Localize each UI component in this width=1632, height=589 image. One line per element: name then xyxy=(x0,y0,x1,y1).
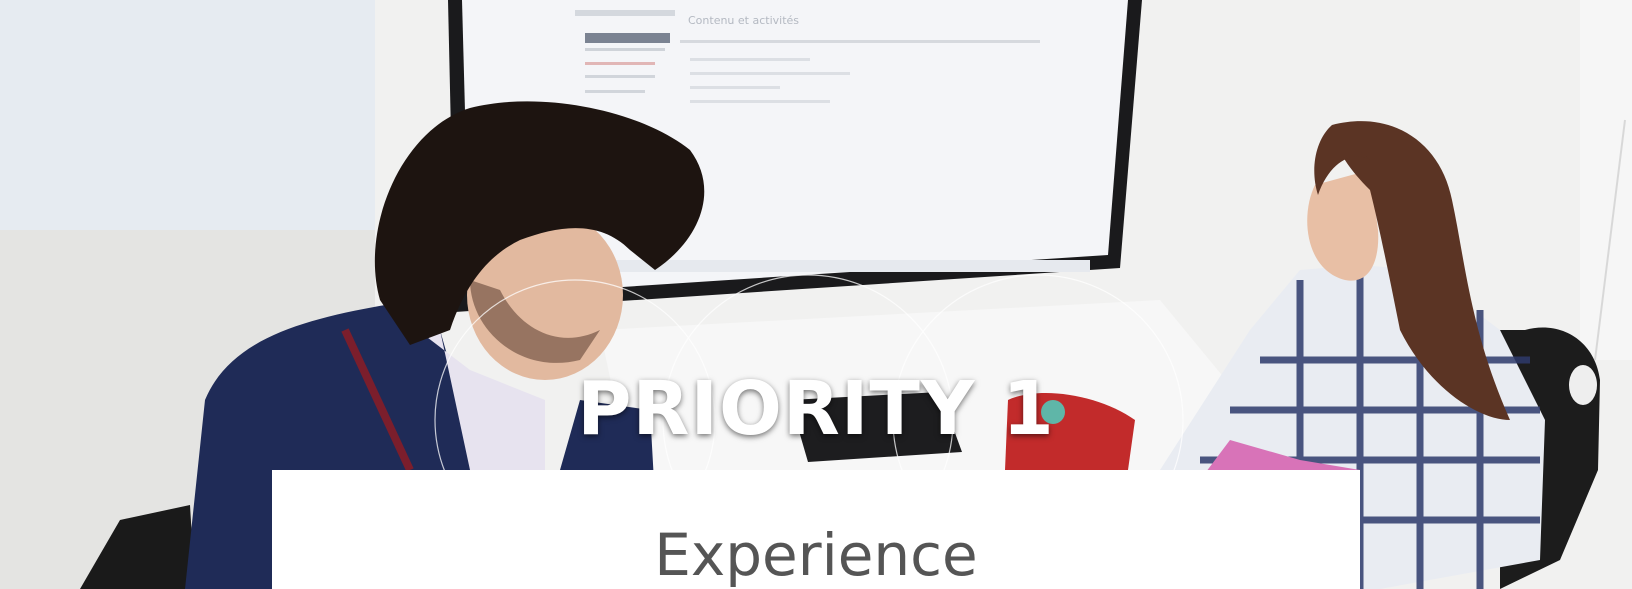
screen-heading: Contenu et activités xyxy=(688,14,799,27)
priority-heading: PRIORITY 1 xyxy=(577,366,1055,452)
card-title: Experience xyxy=(654,521,978,589)
content-card: Experience xyxy=(272,470,1360,589)
